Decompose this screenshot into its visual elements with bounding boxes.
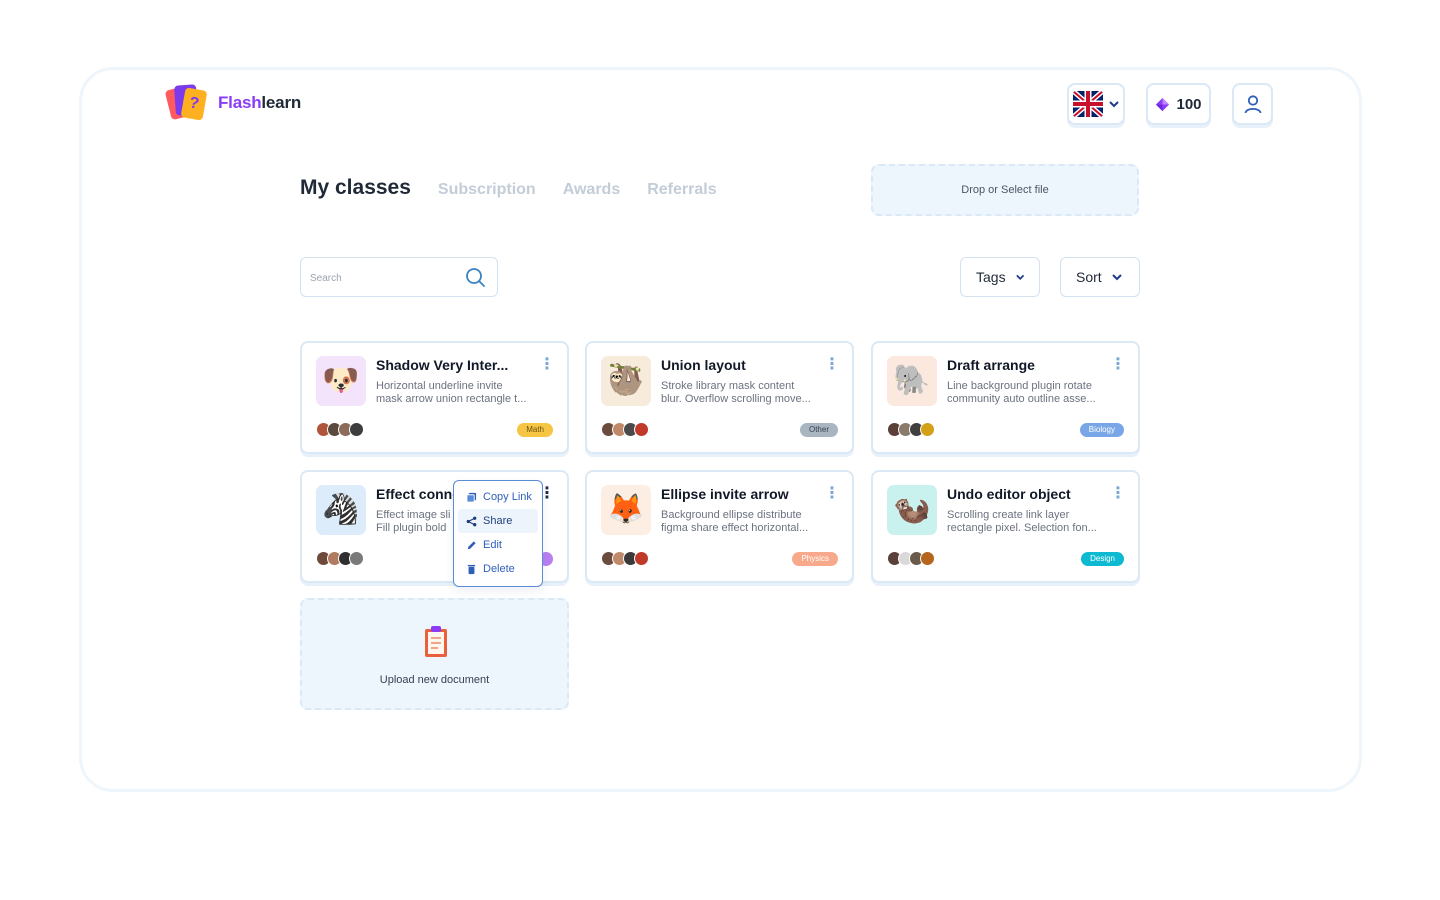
class-description: Scrolling create link layer rectangle pix…	[947, 509, 1097, 534]
gems-count: 100	[1176, 95, 1202, 113]
user-icon	[1244, 95, 1261, 114]
menu-item-edit[interactable]: Edit	[458, 533, 538, 557]
pencil-icon	[467, 540, 476, 549]
dropzone-label: Drop or Select file	[961, 184, 1049, 196]
upload-document-area[interactable]: Upload new document	[300, 598, 569, 710]
subject-tag: Math	[517, 423, 553, 437]
tab-referrals[interactable]: Referrals	[647, 181, 716, 199]
chevron-down-icon	[1015, 274, 1024, 280]
flashcards-logo-icon: ?	[164, 84, 208, 122]
puppy-icon: 🐶	[316, 356, 366, 406]
avatar	[349, 422, 364, 437]
uk-flag-icon	[1073, 91, 1103, 117]
member-avatars	[316, 551, 364, 566]
class-title: Shadow Very Inter...	[376, 357, 509, 373]
chevron-down-icon	[1109, 100, 1119, 107]
subject-tag: Biology	[1079, 423, 1124, 437]
sloth-icon: 🦥	[601, 356, 651, 406]
class-title: Draft arrange	[947, 357, 1035, 373]
member-avatars	[887, 551, 935, 566]
class-description: Background ellipse distribute figma share…	[661, 509, 809, 534]
class-card[interactable]: 🦦 Undo editor object Scrolling create li…	[871, 470, 1140, 583]
class-card[interactable]: 🦊 Ellipse invite arrow Background ellips…	[585, 470, 854, 583]
member-avatars	[887, 422, 935, 437]
gem-icon	[1156, 97, 1170, 111]
user-profile-button[interactable]	[1232, 83, 1273, 125]
clipboard-icon	[425, 626, 447, 657]
class-title: Undo editor object	[947, 486, 1071, 502]
class-title: Effect conne	[376, 486, 461, 502]
tabs-bar: My classes Subscription Awards Referrals	[300, 176, 717, 200]
more-options-icon[interactable]: ⋮	[824, 486, 840, 502]
subject-tag: Design	[1081, 552, 1124, 566]
more-options-icon[interactable]: ⋮	[539, 357, 555, 373]
more-options-icon[interactable]: ⋮	[1110, 357, 1126, 373]
language-selector[interactable]	[1067, 83, 1125, 125]
menu-item-delete[interactable]: Delete	[458, 557, 538, 581]
menu-item-copy-link[interactable]: Copy Link	[458, 485, 538, 509]
member-avatars	[601, 422, 649, 437]
class-description: Horizontal underline invite mask arrow un…	[376, 380, 527, 405]
class-description: Line background plugin rotate community a…	[947, 380, 1096, 405]
copy-icon	[466, 492, 477, 503]
class-description: Stroke library mask content blur. Overflo…	[661, 380, 811, 405]
menu-item-share[interactable]: Share	[458, 509, 538, 533]
trash-icon	[467, 564, 476, 574]
chevron-down-icon	[1111, 273, 1122, 280]
class-card[interactable]: 🐘 Draft arrange Line background plugin r…	[871, 341, 1140, 454]
more-options-icon[interactable]: ⋮	[824, 357, 840, 373]
share-icon	[466, 516, 477, 526]
tags-dropdown[interactable]: Tags	[960, 257, 1040, 297]
otter-icon: 🦦	[887, 485, 937, 535]
tab-subscription[interactable]: Subscription	[438, 181, 536, 199]
avatar	[349, 551, 364, 566]
sort-dropdown[interactable]: Sort	[1060, 257, 1140, 297]
class-card[interactable]: 🐶 Shadow Very Inter... Horizontal underl…	[300, 341, 569, 454]
tab-awards[interactable]: Awards	[563, 181, 621, 199]
avatar	[634, 551, 649, 566]
class-title: Union layout	[661, 357, 746, 373]
sort-label: Sort	[1076, 269, 1102, 285]
elephant-icon: 🐘	[887, 356, 937, 406]
card-context-menu: Copy Link Share Edit Delete	[453, 480, 543, 587]
file-dropzone[interactable]: Drop or Select file	[871, 164, 1139, 216]
search-input[interactable]	[310, 268, 460, 288]
avatar	[920, 422, 935, 437]
subject-tag: Physics	[792, 552, 838, 566]
class-card[interactable]: 🦥 Union layout Stroke library mask conte…	[585, 341, 854, 454]
class-title: Ellipse invite arrow	[661, 486, 789, 502]
avatar	[920, 551, 935, 566]
member-avatars	[601, 551, 649, 566]
search-box	[300, 257, 498, 297]
zebra-icon: 🦓	[316, 485, 366, 535]
gems-balance-button[interactable]: 100	[1146, 83, 1211, 125]
tags-label: Tags	[976, 269, 1006, 285]
avatar	[634, 422, 649, 437]
fox-icon: 🦊	[601, 485, 651, 535]
tab-my-classes[interactable]: My classes	[300, 176, 411, 200]
search-icon[interactable]	[465, 267, 486, 288]
brand-name: Flashlearn	[218, 93, 302, 112]
member-avatars	[316, 422, 364, 437]
subject-tag: Other	[799, 423, 838, 437]
brand-logo[interactable]: ? Flashlearn	[164, 84, 302, 122]
more-options-icon[interactable]: ⋮	[1110, 486, 1126, 502]
upload-label: Upload new document	[379, 674, 490, 686]
